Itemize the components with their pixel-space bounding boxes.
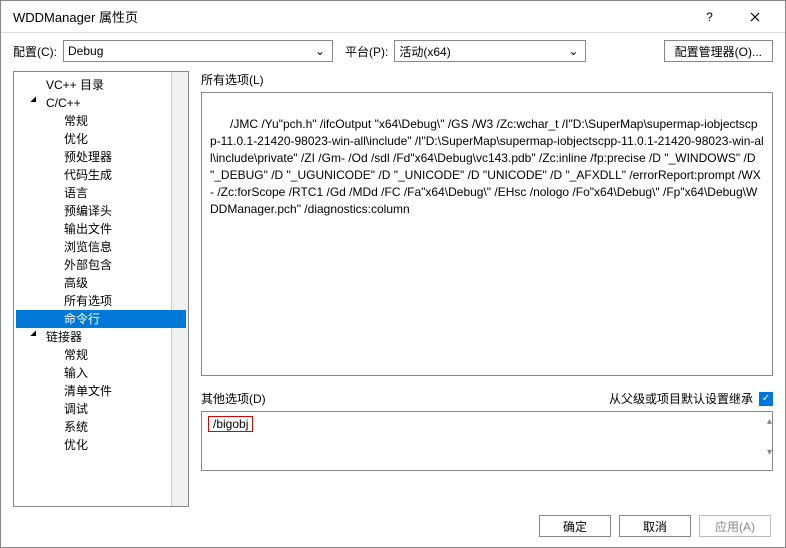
- other-options-label: 其他选项(D): [201, 390, 266, 407]
- cancel-button[interactable]: 取消: [619, 515, 691, 537]
- all-options-textarea[interactable]: /JMC /Yu"pch.h" /ifcOutput "x64\Debug\" …: [201, 92, 773, 376]
- platform-value: 活动(x64): [399, 43, 450, 60]
- caret-open-icon: [34, 328, 42, 346]
- inherit-label: 从父级或项目默认设置继承: [609, 390, 753, 407]
- config-label: 配置(C):: [13, 43, 57, 60]
- tree-item[interactable]: 语言: [16, 184, 186, 202]
- scroll-down-icon[interactable]: ▾: [767, 447, 772, 458]
- config-value: Debug: [68, 44, 103, 58]
- tree-item[interactable]: 优化: [16, 130, 186, 148]
- close-button[interactable]: [732, 1, 777, 33]
- config-manager-button[interactable]: 配置管理器(O)...: [664, 40, 773, 62]
- window-title: WDDManager 属性页: [13, 7, 687, 26]
- tree-item[interactable]: 常规: [16, 112, 186, 130]
- tree-item[interactable]: 代码生成: [16, 166, 186, 184]
- tree-item[interactable]: 常规: [16, 346, 186, 364]
- caret-open-icon: [34, 94, 42, 112]
- tree-item[interactable]: 调试: [16, 400, 186, 418]
- platform-label: 平台(P):: [345, 43, 388, 60]
- tree-item[interactable]: 所有选项: [16, 292, 186, 310]
- platform-select[interactable]: 活动(x64) ⌄: [394, 40, 586, 62]
- tree-item[interactable]: 浏览信息: [16, 238, 186, 256]
- apply-button[interactable]: 应用(A): [699, 515, 771, 537]
- other-options-textarea[interactable]: /bigobj ▴ ▾: [201, 411, 773, 471]
- tree-item-linker[interactable]: 链接器: [16, 328, 186, 346]
- tree-item[interactable]: 系统: [16, 418, 186, 436]
- all-options-text: /JMC /Yu"pch.h" /ifcOutput "x64\Debug\" …: [210, 117, 764, 216]
- tree-item[interactable]: 优化: [16, 436, 186, 454]
- config-select[interactable]: Debug ⌄: [63, 40, 333, 62]
- tree-item[interactable]: 清单文件: [16, 382, 186, 400]
- chevron-down-icon: ⌄: [312, 44, 328, 58]
- tree-item[interactable]: 预编译头: [16, 202, 186, 220]
- tree-item[interactable]: 命令行: [16, 310, 186, 328]
- property-tree[interactable]: VC++ 目录 C/C++ 常规优化预处理器代码生成语言预编译头输出文件浏览信息…: [13, 71, 189, 507]
- tree-item-ccpp[interactable]: C/C++: [16, 94, 186, 112]
- ok-button[interactable]: 确定: [539, 515, 611, 537]
- inherit-checkbox[interactable]: ✓: [759, 392, 773, 406]
- tree-item[interactable]: 输入: [16, 364, 186, 382]
- scroll-up-icon[interactable]: ▴: [767, 416, 772, 427]
- tree-item[interactable]: 预处理器: [16, 148, 186, 166]
- other-options-text: /bigobj: [208, 416, 253, 432]
- tree-item[interactable]: 外部包含: [16, 256, 186, 274]
- tree-item-vcdirs[interactable]: VC++ 目录: [16, 76, 186, 94]
- chevron-down-icon: ⌄: [565, 44, 581, 58]
- tree-item[interactable]: 输出文件: [16, 220, 186, 238]
- all-options-label: 所有选项(L): [201, 71, 773, 88]
- help-button[interactable]: ?: [687, 1, 732, 33]
- tree-item[interactable]: 高级: [16, 274, 186, 292]
